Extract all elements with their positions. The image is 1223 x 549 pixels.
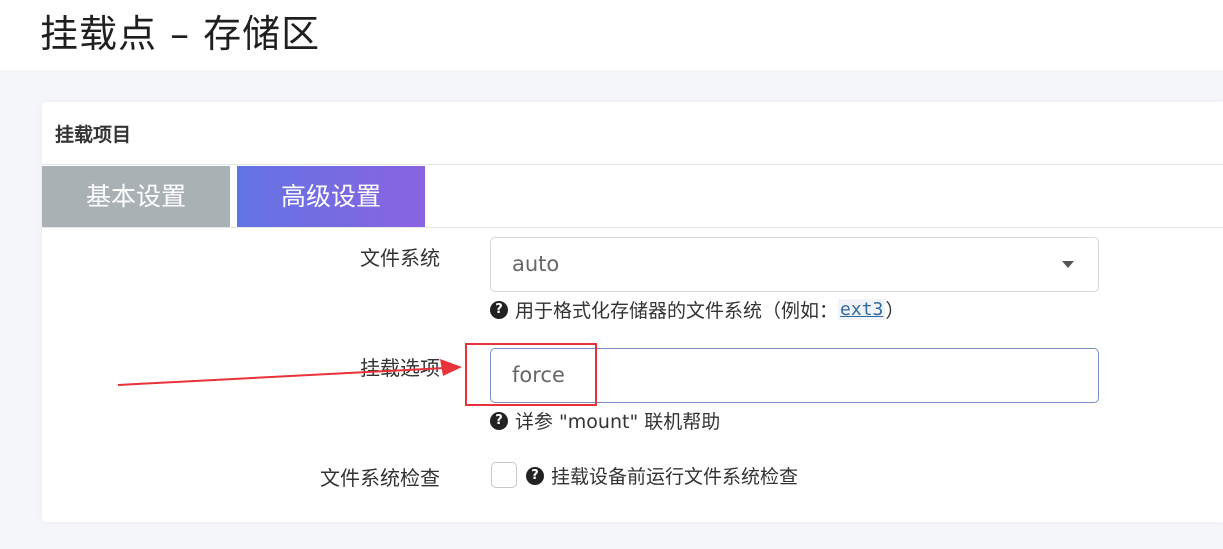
- page-title: 挂载点 – 存储区: [40, 12, 321, 56]
- fs-check-checkbox[interactable]: [491, 462, 517, 488]
- tabs-divider: [42, 227, 1223, 228]
- filesystem-select[interactable]: auto: [490, 237, 1099, 292]
- tab-advanced-settings[interactable]: 高级设置: [237, 166, 425, 228]
- mount-options-help-text: 详参 "mount" 联机帮助: [515, 411, 721, 433]
- question-circle-icon: ?: [526, 466, 544, 485]
- mount-entry-panel: 挂载项目 基本设置 高级设置 文件系统 auto ? 用于格式化存储器的文件系统…: [42, 102, 1223, 522]
- panel-title: 挂载项目: [55, 124, 132, 146]
- fs-check-help: ? 挂载设备前运行文件系统检查: [526, 462, 798, 489]
- filesystem-example-link[interactable]: ext3: [838, 299, 886, 320]
- mount-options-help: ? 详参 "mount" 联机帮助: [490, 407, 720, 434]
- annotation-highlight-box: [465, 343, 597, 406]
- tab-basic-settings[interactable]: 基本设置: [42, 166, 230, 228]
- question-circle-icon: ?: [490, 411, 508, 430]
- caret-down-icon: [1062, 261, 1074, 268]
- annotation-arrow-icon: [117, 359, 462, 386]
- fs-check-label: 文件系统检查: [320, 466, 440, 490]
- filesystem-help-suffix: ）: [885, 300, 905, 322]
- filesystem-help: ? 用于格式化存储器的文件系统（例如： ext3 ）: [490, 296, 904, 323]
- fs-check-help-text: 挂载设备前运行文件系统检查: [551, 466, 799, 488]
- panel-header: 挂载项目: [42, 102, 1223, 165]
- filesystem-select-value: auto: [512, 252, 560, 276]
- filesystem-label: 文件系统: [360, 246, 440, 270]
- filesystem-help-text: 用于格式化存储器的文件系统（例如：: [515, 300, 839, 322]
- question-circle-icon: ?: [490, 300, 508, 319]
